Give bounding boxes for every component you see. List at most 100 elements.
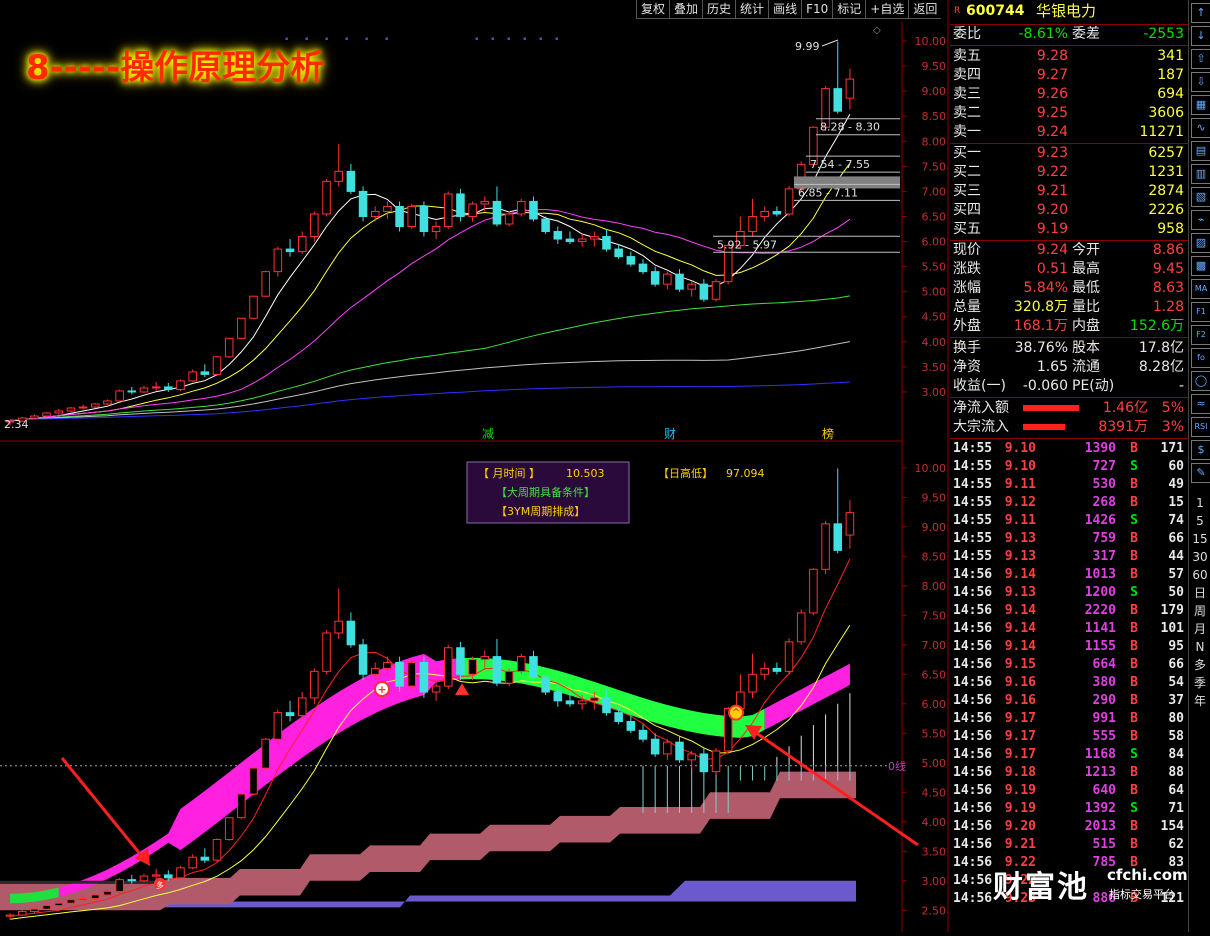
upper-candle-body (164, 386, 173, 390)
ask-volume: 11271 (1139, 124, 1184, 140)
upper-candle-body (784, 188, 794, 215)
toolbar-button-1[interactable]: 叠加 (669, 0, 703, 19)
toolbar-button-7[interactable]: +自选 (865, 0, 909, 19)
lower-candle-body (504, 670, 514, 684)
upper-candle-body (383, 205, 392, 212)
high-low-value: 97.094 (726, 467, 765, 480)
period-button-N[interactable]: N (1189, 638, 1210, 656)
period-button-周[interactable]: 周 (1189, 602, 1210, 620)
tick-time: 14:56 (953, 657, 993, 672)
lower-candle-body (17, 910, 27, 916)
lower-candle-body (285, 712, 295, 717)
tick-direction: B (1130, 729, 1138, 744)
upper-candle-body (687, 283, 696, 290)
sidebar-tool-14[interactable]: F2 (1191, 325, 1210, 345)
lower-candle-body (407, 662, 417, 687)
lower-tick-label: 5.50 (922, 727, 947, 740)
period-button-日[interactable]: 日 (1189, 584, 1210, 602)
period-button-月[interactable]: 月 (1189, 620, 1210, 638)
sidebar-tool-4[interactable]: ▦ (1191, 95, 1210, 115)
toolbar-button-0[interactable]: 复权 (636, 0, 670, 19)
lower-candle-body (5, 914, 15, 917)
lower-candle-body (492, 656, 502, 684)
tick-price: 9.19 (1004, 783, 1036, 798)
toolbar-button-6[interactable]: 标记 (832, 0, 866, 19)
upper-candle-body (261, 271, 270, 297)
lower-tick-label: 8.00 (922, 580, 947, 593)
tick-row: 14:55 9.13 317 B 44 (950, 548, 1188, 566)
toolbar-button-4[interactable]: 画线 (768, 0, 802, 19)
sidebar-tool-16[interactable]: ◯ (1191, 371, 1210, 391)
sidebar-tool-8[interactable]: ▧ (1191, 187, 1210, 207)
sidebar-tool-19[interactable]: $ (1191, 440, 1210, 460)
sidebar-tool-20[interactable]: ✎ (1191, 463, 1210, 483)
tick-direction: B (1130, 783, 1138, 798)
sidebar-tool-15[interactable]: fo (1191, 348, 1210, 368)
upper-candle-body (370, 210, 380, 217)
sidebar-tool-13[interactable]: F1 (1191, 302, 1210, 322)
lower-candle-body (443, 647, 453, 687)
sidebar-tool-7[interactable]: ▥ (1191, 164, 1210, 184)
upper-candle-body (845, 78, 855, 99)
toolbar-button-5[interactable]: F10 (801, 0, 833, 19)
period-button-15[interactable]: 15 (1189, 530, 1210, 548)
lower-candle-body (176, 867, 185, 879)
upper-tick-label: 4.00 (922, 336, 947, 349)
flow-label: 大宗流入 (953, 419, 1009, 435)
lower-tick-label: 9.50 (922, 491, 947, 504)
tick-volume: 2220 (1084, 603, 1116, 618)
event-marker: 财 (664, 427, 676, 441)
toolbar-button-8[interactable]: 返回 (908, 0, 942, 19)
tick-price: 9.20 (1004, 819, 1036, 834)
stat-label: 股本 (1072, 340, 1100, 356)
upper-candle-body (699, 283, 709, 300)
toolbar-button-2[interactable]: 历史 (702, 0, 736, 19)
lower-tick-label: 4.00 (922, 816, 947, 829)
sidebar-tool-0[interactable]: ↑ (1191, 3, 1210, 23)
flow-bar (1023, 424, 1065, 430)
period-button-5[interactable]: 5 (1189, 512, 1210, 530)
tick-price: 9.16 (1004, 693, 1036, 708)
plus-signal-glyph: + (377, 683, 386, 696)
lower-candle-body (809, 568, 818, 614)
period-button-年[interactable]: 年 (1189, 692, 1210, 710)
stock-header[interactable]: R 600744 华银电力 (950, 2, 1188, 22)
sidebar-tool-2[interactable]: ⇧ (1191, 49, 1210, 69)
upper-tick-label: 5.00 (922, 286, 947, 299)
upper-candle-body (675, 273, 684, 290)
upper-tick-label: 7.00 (922, 185, 947, 198)
sidebar-tool-9[interactable]: ⌁ (1191, 210, 1210, 230)
period-button-30[interactable]: 30 (1189, 548, 1210, 566)
sidebar-tool-11[interactable]: ▩ (1191, 256, 1210, 276)
kline-chart-area[interactable]: 10.00 9.50 9.00 8.50 8.00 7.50 7.00 6.50 6.00 5.5… (0, 0, 950, 936)
sidebar-tool-17[interactable]: ≈ (1191, 394, 1210, 414)
sidebar-tool-6[interactable]: ▤ (1191, 141, 1210, 161)
watermark-site: cfchi.com (1107, 866, 1188, 884)
period-button-60[interactable]: 60 (1189, 566, 1210, 584)
sidebar-tool-10[interactable]: ▨ (1191, 233, 1210, 253)
kline-chart-svg[interactable]: 10.00 9.50 9.00 8.50 8.00 7.50 7.00 6.50 6.00 5.5… (0, 0, 950, 932)
lower-tick-label: 2.50 (922, 904, 947, 917)
sidebar-tool-1[interactable]: ↓ (1191, 26, 1210, 46)
period-button-多[interactable]: 多 (1189, 656, 1210, 674)
lower-tick-label: 3.00 (922, 875, 947, 888)
sidebar-tool-5[interactable]: ∿ (1191, 118, 1210, 138)
upper-candle-body (529, 200, 538, 220)
weibi-row: 委比 -8.61% 委差 -2553 (950, 25, 1188, 44)
sidebar-tool-3[interactable]: ⇩ (1191, 72, 1210, 92)
period-button-1[interactable]: 1 (1189, 494, 1210, 512)
lower-candle-body (273, 712, 283, 740)
tick-time: 14:56 (953, 747, 993, 762)
tick-row: 14:55 9.10 727 S 60 (950, 458, 1188, 476)
upper-tick-label: 5.50 (922, 261, 947, 274)
lower-candle-body (541, 676, 550, 693)
sidebar-tool-12[interactable]: MA (1191, 279, 1210, 299)
tick-count: 179 (1160, 603, 1184, 618)
annotation-arrow (60, 757, 147, 861)
sidebar-tool-18[interactable]: RSI (1191, 417, 1210, 437)
title-banner: 8-----操作原理分析 (26, 48, 325, 88)
separator (950, 337, 1188, 338)
lower-candle-body (748, 673, 757, 693)
toolbar-button-3[interactable]: 统计 (735, 0, 769, 19)
period-button-季[interactable]: 季 (1189, 674, 1210, 692)
